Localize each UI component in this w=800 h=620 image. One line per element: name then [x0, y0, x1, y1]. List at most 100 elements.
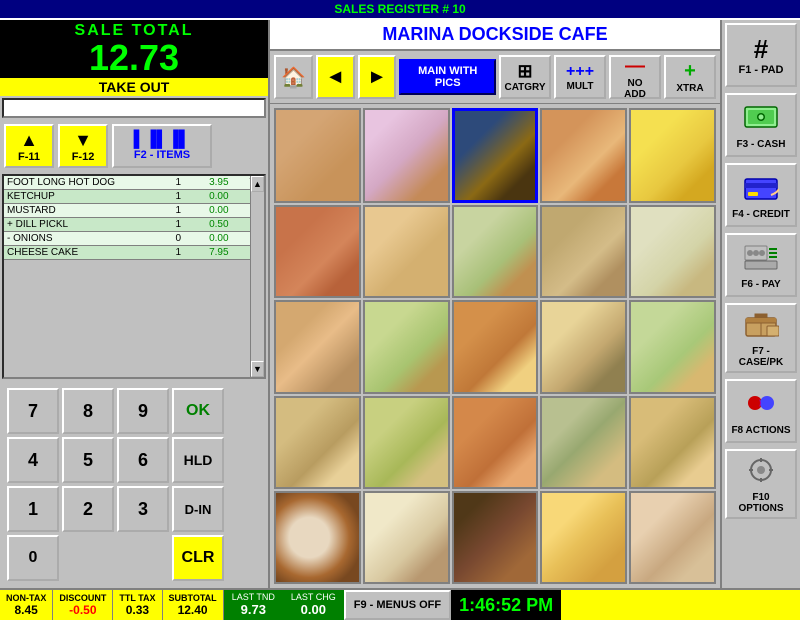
key-6[interactable]: 6 [117, 437, 169, 483]
forward-button[interactable]: ► [358, 55, 397, 99]
key-7[interactable]: 7 [7, 388, 59, 434]
menu-item[interactable] [629, 108, 716, 203]
sale-total-amount: 12.73 [2, 40, 266, 76]
key-5[interactable]: 5 [62, 437, 114, 483]
catgry-label: CATGRY [504, 82, 545, 93]
hld-button[interactable]: HLD [172, 437, 224, 483]
key-2[interactable]: 2 [62, 486, 114, 532]
food-image [365, 302, 448, 391]
mult-button[interactable]: +++ MULT [554, 55, 606, 99]
key-0[interactable]: 0 [7, 535, 59, 581]
ttl-tax-item: TTL TAX 0.33 [113, 590, 162, 620]
menu-item[interactable] [452, 491, 539, 584]
order-item-name: - ONIONS [4, 232, 168, 246]
f3-cash-label: F3 - CASH [737, 139, 786, 150]
order-row[interactable]: FOOT LONG HOT DOG 1 3.95 T [4, 176, 264, 190]
f11-label: F-11 [18, 151, 40, 163]
menu-item[interactable] [629, 300, 716, 393]
order-list[interactable]: FOOT LONG HOT DOG 1 3.95 T KETCHUP 1 0.0… [2, 174, 266, 379]
f4-credit-label: F4 - CREDIT [732, 209, 790, 220]
f12-label: F-12 [72, 151, 95, 163]
food-image [365, 398, 448, 487]
menu-item[interactable] [363, 300, 450, 393]
catgry-button[interactable]: ⊞ CATGRY [499, 55, 551, 99]
menu-item[interactable] [540, 396, 627, 489]
home-button[interactable]: 🏠 [274, 55, 313, 99]
f2-items-button[interactable]: ▌▐▌▐▌ F2 - ITEMS [112, 124, 212, 168]
menu-item[interactable] [540, 300, 627, 393]
din-button[interactable]: D-IN [172, 486, 224, 532]
menu-item[interactable] [274, 396, 361, 489]
menu-item[interactable] [363, 108, 450, 203]
f4-credit-button[interactable]: F4 - CREDIT [725, 163, 797, 227]
menu-item[interactable] [363, 205, 450, 298]
menus-off-button[interactable]: F9 - MENUS OFF [344, 590, 451, 620]
scroll-up-button[interactable]: ▲ [251, 176, 264, 192]
order-item-qty: 1 [168, 190, 188, 204]
credit-icon [743, 173, 779, 207]
f1-pad-button[interactable]: # F1 - PAD [725, 23, 797, 87]
order-item-qty: 1 [168, 246, 188, 260]
order-scrollbar[interactable]: ▲ ▼ [250, 176, 264, 377]
key-8[interactable]: 8 [62, 388, 114, 434]
order-row[interactable]: CHEESE CAKE 1 7.95 [4, 246, 264, 260]
menu-item[interactable] [363, 491, 450, 584]
ok-button[interactable]: OK [172, 388, 224, 434]
f10-options-label: F10 OPTIONS [730, 492, 792, 514]
f1-pad-label: F1 - PAD [738, 64, 783, 76]
clock-display: 1:46:52 PM [451, 590, 561, 620]
menu-item[interactable] [540, 108, 627, 203]
mult-label: MULT [567, 81, 594, 92]
menu-item[interactable] [274, 108, 361, 203]
key-9[interactable]: 9 [117, 388, 169, 434]
bottom-bar: NON-TAX 8.45 DISCOUNT -0.50 TTL TAX 0.33… [0, 588, 800, 620]
main-with-pics-button[interactable]: MAIN WITH PICS [399, 59, 496, 95]
key-1[interactable]: 1 [7, 486, 59, 532]
order-row[interactable]: KETCHUP 1 0.00 [4, 190, 264, 204]
menu-item[interactable] [540, 205, 627, 298]
menu-item[interactable] [629, 205, 716, 298]
key-3[interactable]: 3 [117, 486, 169, 532]
xtra-button[interactable]: + XTRA [664, 55, 716, 99]
f7-casepk-button[interactable]: F7 - CASE/PK [725, 303, 797, 373]
menu-item[interactable] [274, 300, 361, 393]
center-panel: MARINA DOCKSIDE CAFE 🏠 ◄ ► MAIN WITH PIC… [270, 20, 720, 588]
scroll-down-button[interactable]: ▼ [251, 361, 264, 377]
menu-item[interactable] [452, 396, 539, 489]
f11-button[interactable]: ▲ F-11 [4, 124, 54, 168]
food-image [542, 302, 625, 391]
no-add-button[interactable]: — NO ADD [609, 55, 661, 99]
menu-item[interactable] [452, 205, 539, 298]
menu-item[interactable] [629, 491, 716, 584]
order-row[interactable]: MUSTARD 1 0.00 [4, 204, 264, 218]
food-image [631, 493, 714, 582]
back-button[interactable]: ◄ [316, 55, 355, 99]
f10-options-button[interactable]: F10 OPTIONS [725, 449, 797, 519]
subtotal-item: SUBTOTAL 12.40 [163, 590, 224, 620]
key-4[interactable]: 4 [7, 437, 59, 483]
menu-item[interactable] [363, 396, 450, 489]
order-row[interactable]: - ONIONS 0 0.00 [4, 232, 264, 246]
menu-item[interactable] [274, 491, 361, 584]
no-add-label: NO ADD [617, 78, 653, 100]
menu-item[interactable] [452, 300, 539, 393]
last-tnd-item: LAST TND 9.73 [224, 590, 283, 620]
f6-pay-button[interactable]: F6 - PAY [725, 233, 797, 297]
food-image [454, 302, 537, 391]
menu-item[interactable] [629, 396, 716, 489]
f3-cash-button[interactable]: F3 - CASH [725, 93, 797, 157]
f8-actions-button[interactable]: F8 ACTIONS [725, 379, 797, 443]
f12-button[interactable]: ▼ F-12 [58, 124, 108, 168]
clr-button[interactable]: CLR [172, 535, 224, 581]
barcode-icon: ▌▐▌▐▌ [134, 131, 191, 149]
f6-pay-label: F6 - PAY [741, 279, 780, 290]
food-image [276, 207, 359, 296]
menu-item[interactable] [274, 205, 361, 298]
food-image [455, 111, 536, 200]
xtra-label: XTRA [676, 83, 703, 94]
order-row[interactable]: + DILL PICKL 1 0.50 [4, 218, 264, 232]
search-input[interactable] [2, 98, 266, 118]
menu-item[interactable] [540, 491, 627, 584]
catgry-icon: ⊞ [517, 61, 532, 82]
menu-item[interactable] [452, 108, 539, 203]
